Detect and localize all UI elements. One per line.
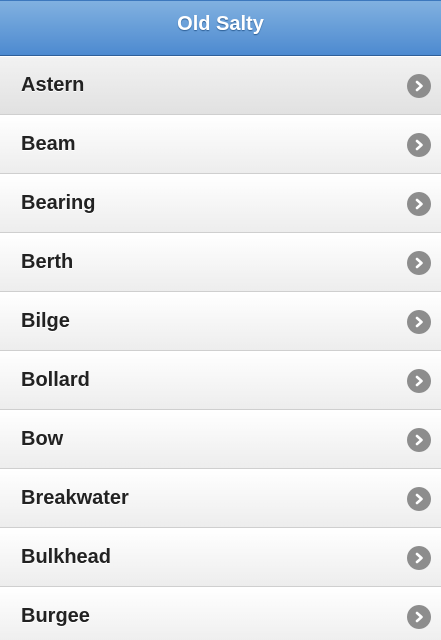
chevron-right-icon xyxy=(407,309,431,334)
list-item-astern[interactable]: Astern xyxy=(0,56,441,115)
list-item-breakwater[interactable]: Breakwater xyxy=(0,469,441,528)
list-item-bilge[interactable]: Bilge xyxy=(0,292,441,351)
list-item-bearing[interactable]: Bearing xyxy=(0,174,441,233)
list-item-label: Bulkhead xyxy=(21,546,112,568)
list-item-burgee[interactable]: Burgee xyxy=(0,587,441,640)
chevron-right-icon xyxy=(407,191,431,216)
chevron-right-icon xyxy=(407,545,431,570)
list-item-label: Bearing xyxy=(21,192,96,214)
chevron-right-icon xyxy=(407,73,431,98)
header-bar: Old Salty xyxy=(0,0,441,56)
list-item-label: Berth xyxy=(21,251,74,273)
chevron-right-icon xyxy=(407,368,431,393)
chevron-right-icon xyxy=(407,427,431,452)
chevron-right-icon xyxy=(407,486,431,511)
list-item-label: Bow xyxy=(21,428,64,450)
chevron-right-icon xyxy=(407,132,431,157)
list-item-label: Burgee xyxy=(21,605,90,627)
app: Old Salty Astern Beam Bearing Berth Bilg… xyxy=(0,0,441,640)
list-item-bollard[interactable]: Bollard xyxy=(0,351,441,410)
list-item-label: Bollard xyxy=(21,369,90,391)
list-item-berth[interactable]: Berth xyxy=(0,233,441,292)
list-item-label: Beam xyxy=(21,133,76,155)
chevron-right-icon xyxy=(407,250,431,275)
chevron-right-icon xyxy=(407,604,431,629)
list-item-bulkhead[interactable]: Bulkhead xyxy=(0,528,441,587)
page-title: Old Salty xyxy=(177,12,264,35)
list-item-label: Bilge xyxy=(21,310,70,332)
list-item-label: Breakwater xyxy=(21,487,129,509)
list-item-label: Astern xyxy=(21,74,85,96)
list-item-bow[interactable]: Bow xyxy=(0,410,441,469)
term-list: Astern Beam Bearing Berth Bilge Bollard … xyxy=(0,56,441,640)
list-item-beam[interactable]: Beam xyxy=(0,115,441,174)
